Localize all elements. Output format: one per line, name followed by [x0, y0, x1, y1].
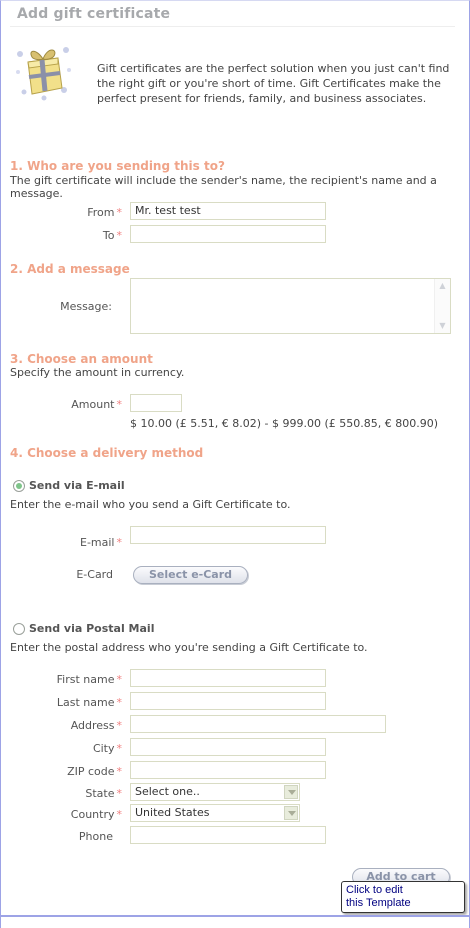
required-star: * [116, 719, 123, 732]
required-star: * [116, 765, 123, 778]
amount-range: $ 10.00 (£ 5.51, € 8.02) - $ 999.00 (£ 5… [130, 417, 439, 430]
section-message-title: 2. Add a message [10, 262, 130, 276]
edit-template-tooltip[interactable]: Click to edit this Template [341, 881, 465, 913]
section-who-title: 1. Who are you sending this to? [10, 159, 225, 173]
zip-label: ZIP code * [20, 765, 122, 778]
section-amount-desc: Specify the amount in currency. [10, 366, 185, 379]
gift-box-icon [14, 40, 72, 102]
country-select-value: United States [135, 806, 210, 819]
first-name-label-text: First name [56, 673, 115, 686]
country-label-text: Country [70, 808, 115, 821]
zip-input[interactable] [130, 761, 326, 779]
country-label: Country * [20, 808, 122, 821]
intro-text: Gift certificates are the perfect soluti… [97, 62, 450, 105]
required-star: * [116, 808, 123, 821]
postal-option-label[interactable]: Send via Postal Mail [29, 622, 154, 635]
state-label: State * [20, 787, 122, 800]
page-title: Add gift certificate [17, 6, 171, 22]
to-input[interactable] [130, 225, 326, 243]
required-star: * [116, 696, 123, 709]
from-label: From * [20, 206, 122, 219]
email-label: E-mail * [20, 536, 122, 549]
chevron-down-icon[interactable] [284, 806, 298, 820]
scroll-up-icon[interactable]: ▲ [437, 281, 448, 291]
city-label-text: City [92, 742, 115, 755]
city-input[interactable] [130, 738, 326, 756]
state-select-value: Select one.. [135, 785, 200, 798]
state-select[interactable]: Select one.. [130, 783, 300, 801]
last-name-label: Last name * [20, 696, 122, 709]
city-label: City * [20, 742, 122, 755]
amount-input[interactable] [130, 394, 182, 412]
postal-radio[interactable] [13, 623, 25, 635]
first-name-input[interactable] [130, 669, 326, 687]
message-label: Message: [60, 300, 112, 313]
state-label-text: State [85, 787, 115, 800]
amount-label-text: Amount [71, 398, 115, 411]
zip-label-text: ZIP code [67, 765, 115, 778]
required-star: * [116, 398, 123, 411]
section-delivery-title: 4. Choose a delivery method [10, 446, 204, 460]
email-label-text: E-mail [80, 536, 115, 549]
required-star: * [116, 787, 123, 800]
email-radio[interactable] [13, 480, 25, 492]
postal-option-desc: Enter the postal address who you're send… [10, 641, 368, 654]
to-label: To * [20, 229, 122, 242]
required-star: * [116, 673, 123, 686]
bottom-border [0, 915, 470, 917]
email-option-label[interactable]: Send via E-mail [29, 479, 125, 492]
ecard-label: E-Card [76, 568, 113, 581]
from-label-text: From [87, 206, 115, 219]
title-divider [10, 26, 455, 27]
address-input[interactable] [130, 715, 386, 733]
first-name-label: First name * [20, 673, 122, 686]
required-star: * [116, 742, 123, 755]
scroll-down-icon[interactable]: ▼ [437, 321, 448, 331]
tooltip-line-1: Click to edit [346, 884, 403, 896]
select-ecard-button[interactable]: Select e-Card [133, 566, 248, 584]
last-name-label-text: Last name [56, 696, 115, 709]
to-label-text: To [102, 229, 115, 242]
address-label-text: Address [70, 719, 115, 732]
required-star: * [116, 536, 123, 549]
required-star: * [116, 229, 123, 242]
section-amount-title: 3. Choose an amount [10, 352, 153, 366]
last-name-input[interactable] [130, 692, 326, 710]
phone-input[interactable] [130, 826, 326, 844]
message-scrollbar[interactable]: ▲ ▼ [434, 279, 450, 333]
email-input[interactable] [130, 526, 326, 544]
amount-label: Amount * [20, 398, 122, 411]
email-option-desc: Enter the e-mail who you send a Gift Cer… [10, 498, 291, 511]
phone-label: Phone [78, 830, 113, 843]
country-select[interactable]: United States [130, 804, 300, 822]
message-textarea[interactable]: ▲ ▼ [130, 278, 451, 334]
address-label: Address * [20, 719, 122, 732]
required-star: * [116, 206, 123, 219]
chevron-down-icon[interactable] [284, 785, 298, 799]
tooltip-line-2: this Template [346, 897, 411, 909]
section-who-desc: The gift certificate will include the se… [10, 174, 437, 200]
from-input[interactable]: Mr. test test [130, 202, 326, 220]
